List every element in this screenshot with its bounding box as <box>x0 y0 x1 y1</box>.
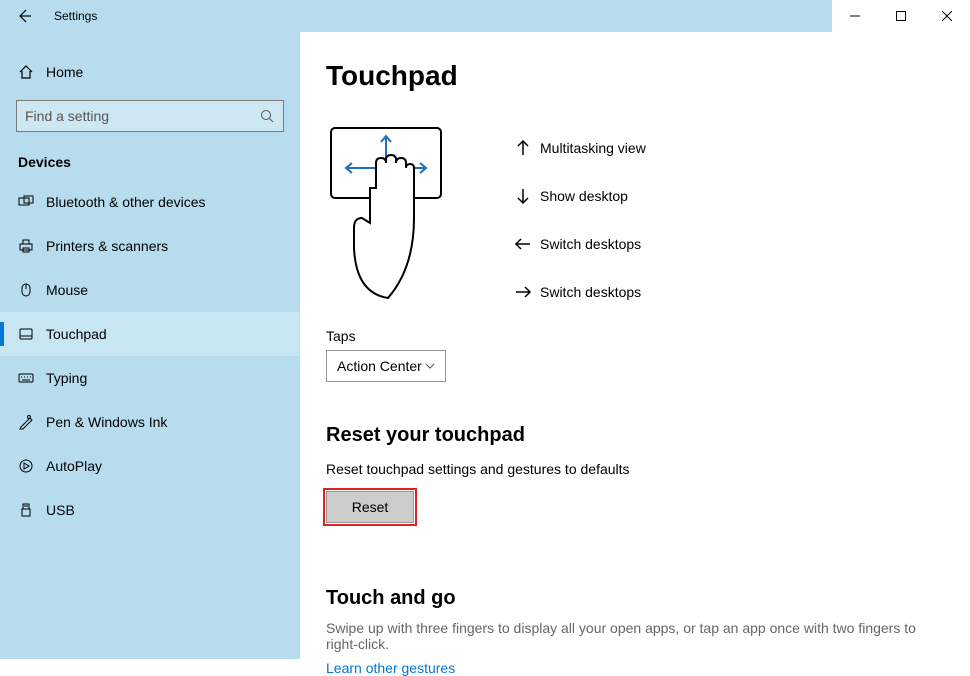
section-header-devices: Devices <box>0 132 300 180</box>
learn-gestures-link[interactable]: Learn other gestures <box>326 660 944 676</box>
minimize-button[interactable] <box>832 0 878 32</box>
sidebar-item-typing[interactable]: Typing <box>0 356 300 400</box>
sidebar-item-label: Pen & Windows Ink <box>46 414 167 430</box>
page-title: Touchpad <box>326 60 944 92</box>
gesture-item-up: Multitasking view <box>506 124 944 172</box>
sidebar-item-label: Printers & scanners <box>46 238 168 254</box>
bluetooth-devices-icon <box>18 194 46 210</box>
gesture-illustration <box>326 118 466 308</box>
gesture-label: Switch desktops <box>540 284 641 300</box>
mouse-icon <box>18 282 46 298</box>
autoplay-icon <box>18 458 46 474</box>
printer-icon <box>18 238 46 254</box>
reset-section-desc: Reset touchpad settings and gestures to … <box>326 461 944 477</box>
content-area: Touchpad <box>300 32 970 659</box>
home-label: Home <box>46 64 83 80</box>
reset-button[interactable]: Reset <box>326 491 414 523</box>
gesture-item-down: Show desktop <box>506 172 944 220</box>
gesture-item-left: Switch desktops <box>506 220 944 268</box>
gesture-list: Multitasking view Show desktop Switch de… <box>506 118 944 316</box>
home-nav[interactable]: Home <box>0 52 300 92</box>
touch-and-go-title: Touch and go <box>326 587 944 610</box>
arrow-right-icon <box>506 285 540 299</box>
sidebar: Home Devices Bluetooth & other devices P… <box>0 32 300 659</box>
close-button[interactable] <box>924 0 970 32</box>
arrow-down-icon <box>506 187 540 205</box>
sidebar-item-bluetooth[interactable]: Bluetooth & other devices <box>0 180 300 224</box>
usb-icon <box>18 502 46 518</box>
sidebar-item-autoplay[interactable]: AutoPlay <box>0 444 300 488</box>
window-title: Settings <box>54 9 97 23</box>
gesture-label: Show desktop <box>540 188 628 204</box>
sidebar-item-printers[interactable]: Printers & scanners <box>0 224 300 268</box>
sidebar-item-usb[interactable]: USB <box>0 488 300 532</box>
search-box[interactable] <box>16 100 284 132</box>
sidebar-item-mouse[interactable]: Mouse <box>0 268 300 312</box>
sidebar-item-label: Touchpad <box>46 326 107 342</box>
keyboard-icon <box>18 370 46 386</box>
gesture-label: Switch desktops <box>540 236 641 252</box>
titlebar: Settings <box>0 0 970 32</box>
taps-label: Taps <box>326 328 944 344</box>
back-button[interactable] <box>0 0 48 32</box>
sidebar-item-pen[interactable]: Pen & Windows Ink <box>0 400 300 444</box>
chevron-down-icon <box>425 363 435 369</box>
search-input[interactable] <box>25 108 259 124</box>
sidebar-item-label: Bluetooth & other devices <box>46 194 206 210</box>
reset-section-title: Reset your touchpad <box>326 424 944 447</box>
gesture-item-right: Switch desktops <box>506 268 944 316</box>
sidebar-item-label: Typing <box>46 370 87 386</box>
touch-and-go-desc: Swipe up with three fingers to display a… <box>326 620 944 652</box>
window-controls <box>832 0 970 32</box>
arrow-left-icon <box>506 237 540 251</box>
arrow-up-icon <box>506 139 540 157</box>
maximize-button[interactable] <box>878 0 924 32</box>
touchpad-icon <box>18 326 46 342</box>
sidebar-item-label: Mouse <box>46 282 88 298</box>
sidebar-item-touchpad[interactable]: Touchpad <box>0 312 300 356</box>
taps-value: Action Center <box>337 358 422 374</box>
pen-icon <box>18 414 46 430</box>
gesture-label: Multitasking view <box>540 140 646 156</box>
search-icon <box>259 108 275 124</box>
home-icon <box>18 64 46 80</box>
sidebar-item-label: AutoPlay <box>46 458 102 474</box>
taps-dropdown[interactable]: Action Center <box>326 350 446 382</box>
sidebar-item-label: USB <box>46 502 75 518</box>
